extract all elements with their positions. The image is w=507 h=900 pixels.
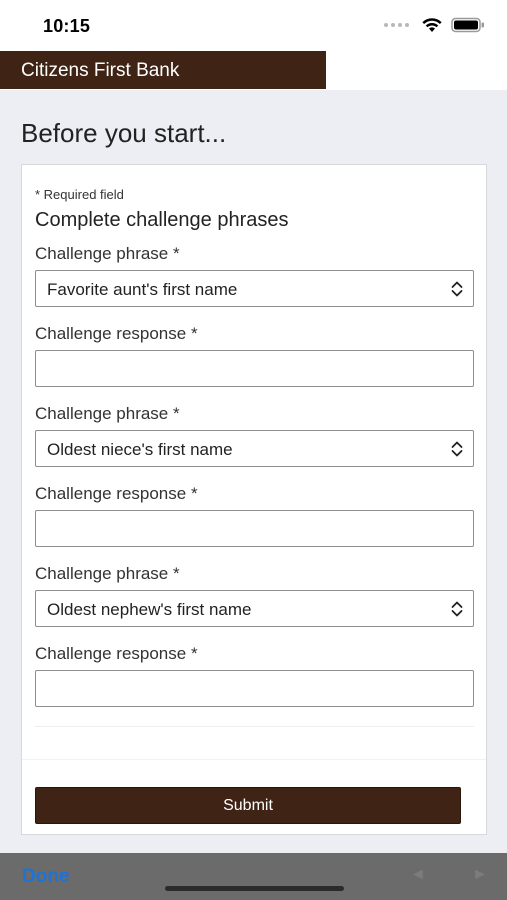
challenge-response-input[interactable]: [35, 350, 474, 387]
challenge-phrase-label: Challenge phrase *: [35, 244, 180, 263]
status-time: 10:15: [43, 16, 91, 36]
challenge-phrase-label: Challenge phrase *: [35, 404, 180, 423]
challenge-response-input[interactable]: [35, 670, 474, 707]
divider: [22, 759, 486, 760]
section-title: Complete challenge phrases: [35, 209, 289, 231]
challenge-form-card: * Required field Complete challenge phra…: [21, 164, 487, 835]
challenge-phrase-value: Oldest nephew's first name: [47, 600, 252, 619]
submit-button[interactable]: Submit: [35, 787, 461, 824]
battery-icon: [451, 17, 484, 33]
challenge-phrase-value: Oldest niece's first name: [47, 440, 233, 459]
chevron-up-down-icon: [451, 441, 463, 457]
challenge-response-label: Challenge response *: [35, 484, 198, 503]
challenge-phrase-select[interactable]: Oldest niece's first name: [35, 430, 474, 467]
chevron-up-down-icon: [451, 601, 463, 617]
status-icons: [384, 17, 485, 33]
challenge-phrase-value: Favorite aunt's first name: [47, 280, 238, 299]
wifi-icon: [422, 18, 442, 32]
challenge-phrase-label: Challenge phrase *: [35, 564, 180, 583]
divider: [35, 726, 474, 727]
page-title: Before you start...: [21, 118, 227, 148]
done-button[interactable]: Done: [22, 866, 70, 888]
bank-name-bar: Citizens First Bank: [0, 51, 326, 89]
next-field-arrow-icon[interactable]: ►: [472, 866, 488, 884]
previous-field-arrow-icon[interactable]: ◄: [410, 866, 426, 884]
status-bar: 10:15: [0, 0, 507, 50]
signal-dots-icon: [384, 23, 409, 27]
bank-name: Citizens First Bank: [21, 60, 180, 81]
chevron-up-down-icon: [451, 281, 463, 297]
challenge-phrase-select[interactable]: Oldest nephew's first name: [35, 590, 474, 627]
challenge-phrase-select[interactable]: Favorite aunt's first name: [35, 270, 474, 307]
challenge-response-label: Challenge response *: [35, 324, 198, 343]
required-field-note: * Required field: [35, 187, 124, 202]
challenge-response-label: Challenge response *: [35, 644, 198, 663]
challenge-response-input[interactable]: [35, 510, 474, 547]
keyboard-toolbar: Done ◄ ►: [0, 853, 507, 900]
home-indicator[interactable]: [165, 886, 344, 891]
